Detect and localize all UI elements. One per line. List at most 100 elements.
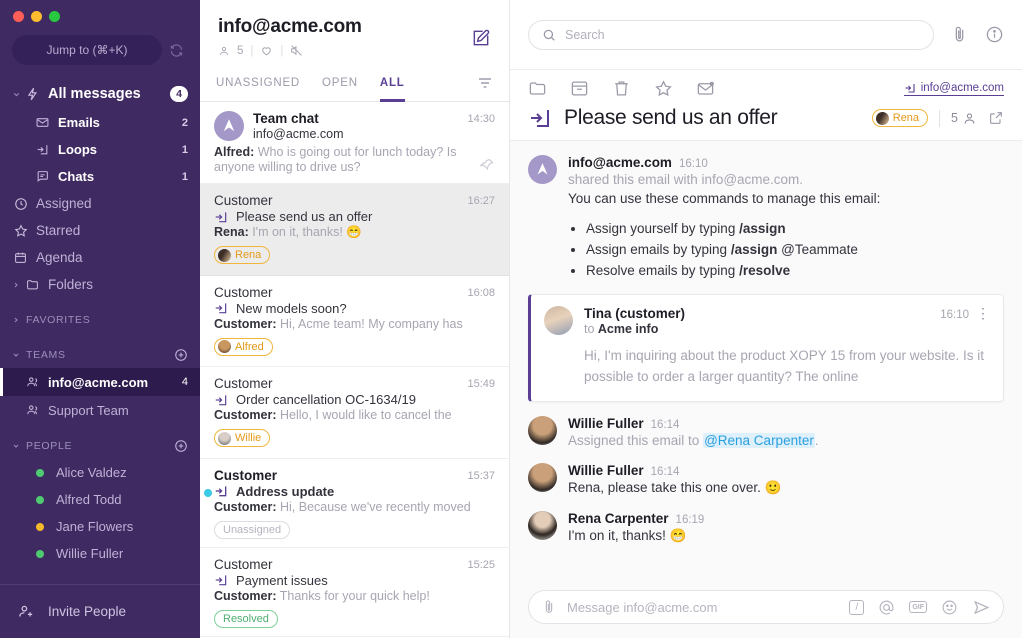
list-item[interactable]: Customer 15:25 Payment issues Customer: … [200,548,509,637]
sidebar-item-agenda[interactable]: Agenda [0,244,200,271]
list-item[interactable]: Customer 15:49 Order cancellation OC-163… [200,367,509,459]
gif-icon[interactable]: GIF [909,601,927,613]
teams-label: TEAMS [26,349,66,361]
list-item-title: Customer [214,467,278,483]
pin-icon[interactable] [480,157,495,172]
list-title: info@acme.com [218,16,362,37]
person-label: Willie Fuller [56,546,124,561]
favorite-icon[interactable] [260,44,273,57]
assignee-badge[interactable]: Rena [871,109,929,127]
presence-dot-away [36,522,44,531]
sidebar-section-people[interactable]: PEOPLE [0,433,200,459]
people-label: PEOPLE [26,440,73,452]
move-to-folder-icon[interactable] [528,79,547,98]
sidebar-item-person-alice[interactable]: Alice Valdez [0,459,200,486]
lightning-icon [26,87,48,101]
avatar [218,248,231,262]
sidebar-item-team-support[interactable]: Support Team [0,396,200,424]
search-box[interactable] [528,19,934,50]
compose-icon[interactable] [471,28,491,48]
avatar [544,306,573,335]
mention-link[interactable]: @Rena Carpenter [703,433,815,448]
close-window-button[interactable] [13,11,24,22]
status-badge-label: Alfred [235,340,264,353]
sidebar-nav: All messages 4 Emails 2 Loops 1 Chats 1 … [0,79,200,584]
sidebar-item-emails[interactable]: Emails 2 [0,109,200,136]
filter-icon[interactable] [477,75,493,91]
participant-count[interactable]: 5 [951,111,977,126]
sync-icon[interactable] [162,43,190,58]
star-icon[interactable] [654,79,673,98]
sidebar-item-assigned[interactable]: Assigned [0,190,200,217]
invite-people-button[interactable]: Invite People [0,584,200,638]
slash-command-icon[interactable]: / [849,599,865,615]
more-options-icon[interactable]: ⋮ [976,306,990,320]
attach-icon[interactable] [541,599,557,615]
add-team-icon[interactable] [174,348,188,362]
sidebar-item-all-messages[interactable]: All messages 4 [0,79,200,109]
sidebar-item-loops[interactable]: Loops 1 [0,136,200,163]
email-card[interactable]: Tina (customer) 16:10 ⋮ to Acme info Hi,… [528,294,1004,402]
mute-icon[interactable] [290,44,303,57]
list-item[interactable]: Customer 16:27 Please send us an offer R… [200,184,509,276]
all-messages-label: All messages [48,86,141,102]
maximize-window-button[interactable] [49,11,60,22]
sidebar-item-person-willie[interactable]: Willie Fuller [0,540,200,567]
list-item[interactable]: Team chat 14:30 info@acme.com Alfred: Wh… [200,102,509,184]
composer-box[interactable]: / GIF [528,590,1004,624]
loop-icon [214,393,228,407]
member-count: 5 [237,44,244,57]
avatar [214,111,244,141]
mark-unread-icon[interactable] [696,79,715,98]
message-chat: Willie Fuller 16:14 Rena, please take th… [528,463,1004,498]
sidebar-item-person-jane[interactable]: Jane Flowers [0,513,200,540]
add-person-icon[interactable] [174,439,188,453]
open-external-icon[interactable] [988,110,1004,126]
list-item[interactable]: Customer 16:08 New models soon? Customer… [200,276,509,367]
tab-open[interactable]: OPEN [322,65,358,102]
message-author: Willie Fuller [568,416,644,431]
sidebar-section-teams[interactable]: TEAMS [0,342,200,368]
mention-icon[interactable] [878,599,895,616]
search-input[interactable] [565,27,920,42]
sidebar-section-favorites[interactable]: FAVORITES [0,307,200,333]
minimize-window-button[interactable] [31,11,42,22]
sidebar-item-person-alfred[interactable]: Alfred Todd [0,486,200,513]
list-item-subject: Payment issues [236,572,328,588]
list-item[interactable]: Customer 15:37 Address update Customer: … [200,459,509,548]
list-item-email: info@acme.com [253,127,344,141]
send-icon[interactable] [972,598,991,617]
tab-all[interactable]: ALL [379,65,405,102]
delete-icon[interactable] [612,79,631,98]
attachments-icon[interactable] [950,25,969,44]
status-badge[interactable]: Resolved [214,609,278,628]
list-item-snippet: I'm on it, thanks! 😁 [248,225,362,239]
sidebar-item-folders[interactable]: Folders [0,271,200,298]
presence-dot-online [36,468,44,477]
status-badge[interactable]: Rena [214,246,271,264]
conversation-toolbar [510,0,1022,70]
status-badge[interactable]: Willie [214,429,271,447]
info-icon[interactable] [985,25,1004,44]
sidebar-item-chats[interactable]: Chats 1 [0,163,200,190]
emoji-icon[interactable] [941,599,958,616]
loop-icon [214,484,228,498]
tab-unassigned[interactable]: UNASSIGNED [216,65,300,102]
emails-count: 2 [181,116,188,129]
assignee-badge-label: Rena [892,112,920,124]
message-input[interactable] [567,599,840,615]
command-list: Assign yourself by typing /assign Assign… [580,218,1004,281]
status-badge-label: Willie [235,432,262,444]
status-badge[interactable]: Alfred [214,337,273,356]
divider: | [280,44,284,57]
loop-source-link[interactable]: info@acme.com [903,82,1004,96]
archive-icon[interactable] [570,79,589,98]
status-badge[interactable]: Unassigned [214,520,291,539]
sidebar-item-team-info-acme[interactable]: info@acme.com 4 [0,368,200,396]
jump-to-button[interactable]: Jump to (⌘+K) [12,35,162,65]
person-label: Alice Valdez [56,465,127,480]
loops-count: 1 [181,143,188,156]
sidebar-item-starred[interactable]: Starred [0,217,200,244]
list-item-snippet-author: Customer: [214,499,277,514]
message-author: Willie Fuller [568,463,644,478]
